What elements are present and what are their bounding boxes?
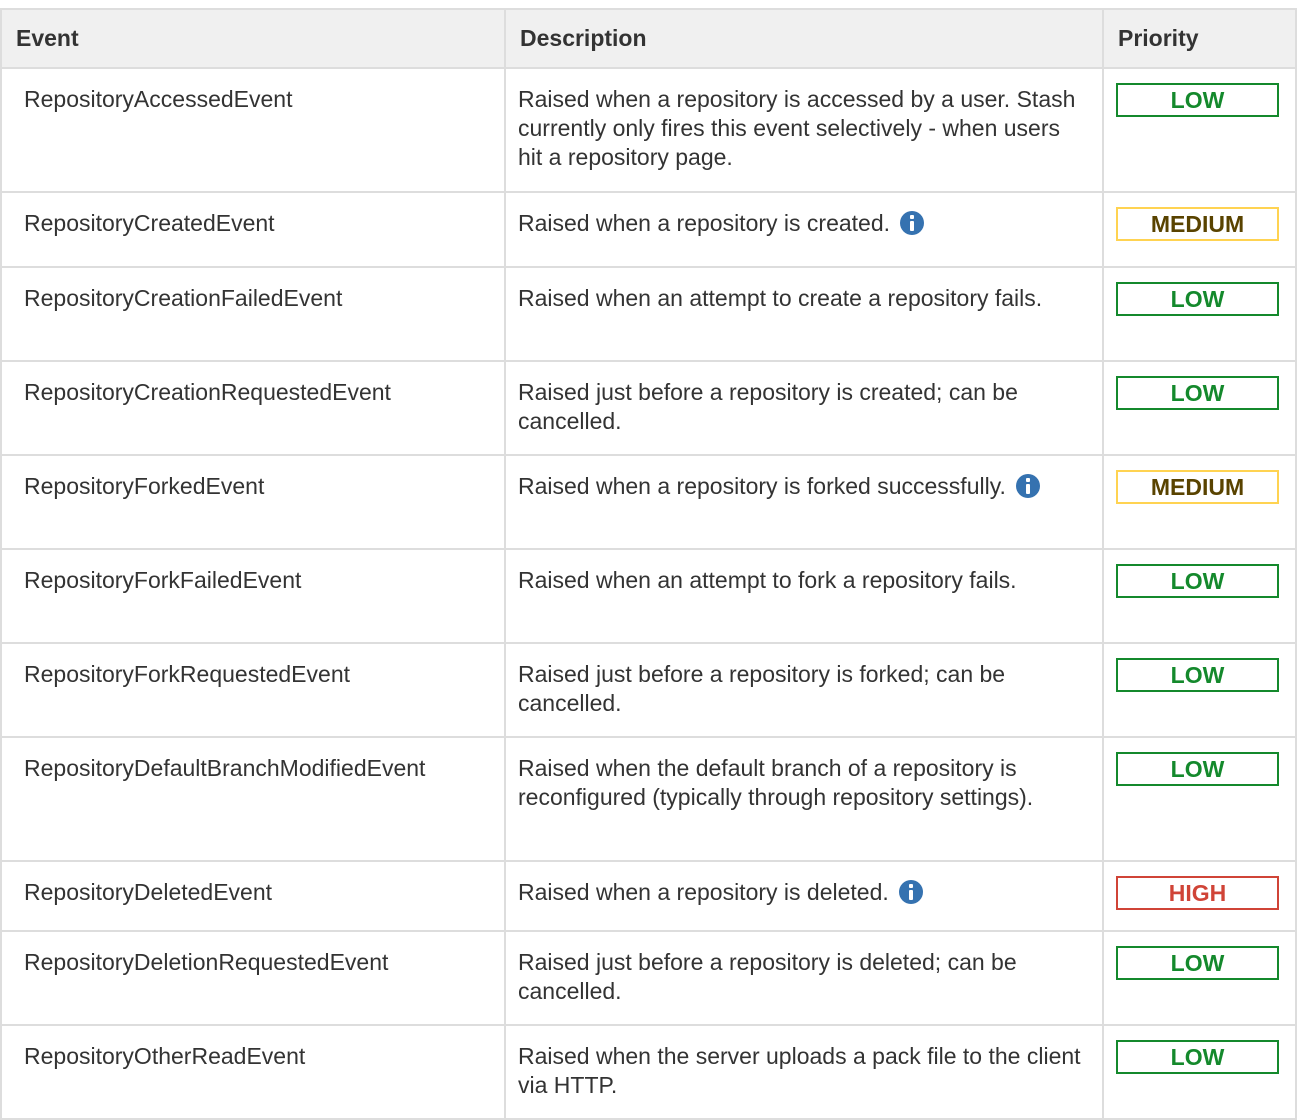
event-description: Raised just before a repository is creat… xyxy=(504,360,1104,456)
event-description: Raised when an attempt to create a repos… xyxy=(504,266,1104,362)
event-name: RepositoryDefaultBranchModifiedEvent xyxy=(0,736,506,862)
priority-cell: MEDIUM xyxy=(1102,454,1297,550)
description-text: Raised when the default branch of a repo… xyxy=(518,755,1034,810)
event-description: Raised when the server uploads a pack fi… xyxy=(504,1024,1104,1120)
priority-badge: MEDIUM xyxy=(1116,470,1279,504)
table-row: RepositoryAccessedEvent Raised when a re… xyxy=(0,67,1297,193)
event-name: RepositoryCreatedEvent xyxy=(0,191,506,268)
header-priority: Priority xyxy=(1102,8,1297,69)
event-name: RepositoryAccessedEvent xyxy=(0,67,506,193)
table-row: RepositoryForkedEvent Raised when a repo… xyxy=(0,454,1297,550)
priority-badge: LOW xyxy=(1116,658,1279,692)
priority-cell: LOW xyxy=(1102,266,1297,362)
priority-cell: LOW xyxy=(1102,642,1297,738)
description-text: Raised when a repository is accessed by … xyxy=(518,86,1076,170)
priority-badge: MEDIUM xyxy=(1116,207,1279,241)
event-description: Raised when a repository is created. xyxy=(504,191,1104,268)
description-text: Raised when the server uploads a pack fi… xyxy=(518,1043,1081,1098)
priority-badge: LOW xyxy=(1116,564,1279,598)
event-name: RepositoryCreationRequestedEvent xyxy=(0,360,506,456)
table-row: RepositoryCreatedEvent Raised when a rep… xyxy=(0,191,1297,268)
header-row: Event Description Priority xyxy=(0,8,1297,69)
priority-badge: LOW xyxy=(1116,282,1279,316)
table-row: RepositoryCreationRequestedEvent Raised … xyxy=(0,360,1297,456)
event-name: RepositoryCreationFailedEvent xyxy=(0,266,506,362)
table-row: RepositoryForkRequestedEvent Raised just… xyxy=(0,642,1297,738)
event-name: RepositoryDeletedEvent xyxy=(0,860,506,932)
info-icon[interactable] xyxy=(900,211,925,235)
table-row: RepositoryOtherReadEvent Raised when the… xyxy=(0,1024,1297,1120)
info-icon[interactable] xyxy=(1016,474,1041,498)
event-description: Raised when a repository is accessed by … xyxy=(504,67,1104,193)
description-text: Raised when a repository is created. xyxy=(518,210,891,236)
event-name: RepositoryDeletionRequestedEvent xyxy=(0,930,506,1026)
events-table: Event Description Priority RepositoryAcc… xyxy=(0,8,1297,1120)
header-description: Description xyxy=(504,8,1104,69)
priority-cell: LOW xyxy=(1102,930,1297,1026)
description-text: Raised just before a repository is forke… xyxy=(518,661,1006,716)
table-body: RepositoryAccessedEvent Raised when a re… xyxy=(0,67,1297,1120)
table-row: RepositoryCreationFailedEvent Raised whe… xyxy=(0,266,1297,362)
header-event: Event xyxy=(0,8,506,69)
event-description: Raised just before a repository is delet… xyxy=(504,930,1104,1026)
priority-badge: LOW xyxy=(1116,83,1279,117)
priority-cell: LOW xyxy=(1102,360,1297,456)
priority-cell: LOW xyxy=(1102,1024,1297,1120)
priority-badge: HIGH xyxy=(1116,876,1279,910)
description-text: Raised when a repository is forked succe… xyxy=(518,473,1006,499)
table-header: Event Description Priority xyxy=(0,8,1297,69)
event-description: Raised when a repository is forked succe… xyxy=(504,454,1104,550)
description-text: Raised when an attempt to fork a reposit… xyxy=(518,567,1017,593)
event-name: RepositoryOtherReadEvent xyxy=(0,1024,506,1120)
event-description: Raised when an attempt to fork a reposit… xyxy=(504,548,1104,644)
priority-cell: MEDIUM xyxy=(1102,191,1297,268)
description-text: Raised just before a repository is creat… xyxy=(518,379,1018,434)
description-text: Raised just before a repository is delet… xyxy=(518,949,1017,1004)
event-description: Raised when a repository is deleted. xyxy=(504,860,1104,932)
priority-badge: LOW xyxy=(1116,946,1279,980)
event-name: RepositoryForkedEvent xyxy=(0,454,506,550)
priority-badge: LOW xyxy=(1116,752,1279,786)
priority-badge: LOW xyxy=(1116,376,1279,410)
table-row: RepositoryDefaultBranchModifiedEvent Rai… xyxy=(0,736,1297,862)
page: Event Description Priority RepositoryAcc… xyxy=(0,0,1297,1120)
event-description: Raised when the default branch of a repo… xyxy=(504,736,1104,862)
table-row: RepositoryDeletedEvent Raised when a rep… xyxy=(0,860,1297,932)
table-row: RepositoryForkFailedEvent Raised when an… xyxy=(0,548,1297,644)
priority-cell: HIGH xyxy=(1102,860,1297,932)
priority-badge: LOW xyxy=(1116,1040,1279,1074)
description-text: Raised when an attempt to create a repos… xyxy=(518,285,1043,311)
priority-cell: LOW xyxy=(1102,548,1297,644)
priority-cell: LOW xyxy=(1102,67,1297,193)
description-text: Raised when a repository is deleted. xyxy=(518,879,889,905)
table-row: RepositoryDeletionRequestedEvent Raised … xyxy=(0,930,1297,1026)
event-name: RepositoryForkRequestedEvent xyxy=(0,642,506,738)
info-icon[interactable] xyxy=(899,880,924,904)
event-name: RepositoryForkFailedEvent xyxy=(0,548,506,644)
priority-cell: LOW xyxy=(1102,736,1297,862)
event-description: Raised just before a repository is forke… xyxy=(504,642,1104,738)
